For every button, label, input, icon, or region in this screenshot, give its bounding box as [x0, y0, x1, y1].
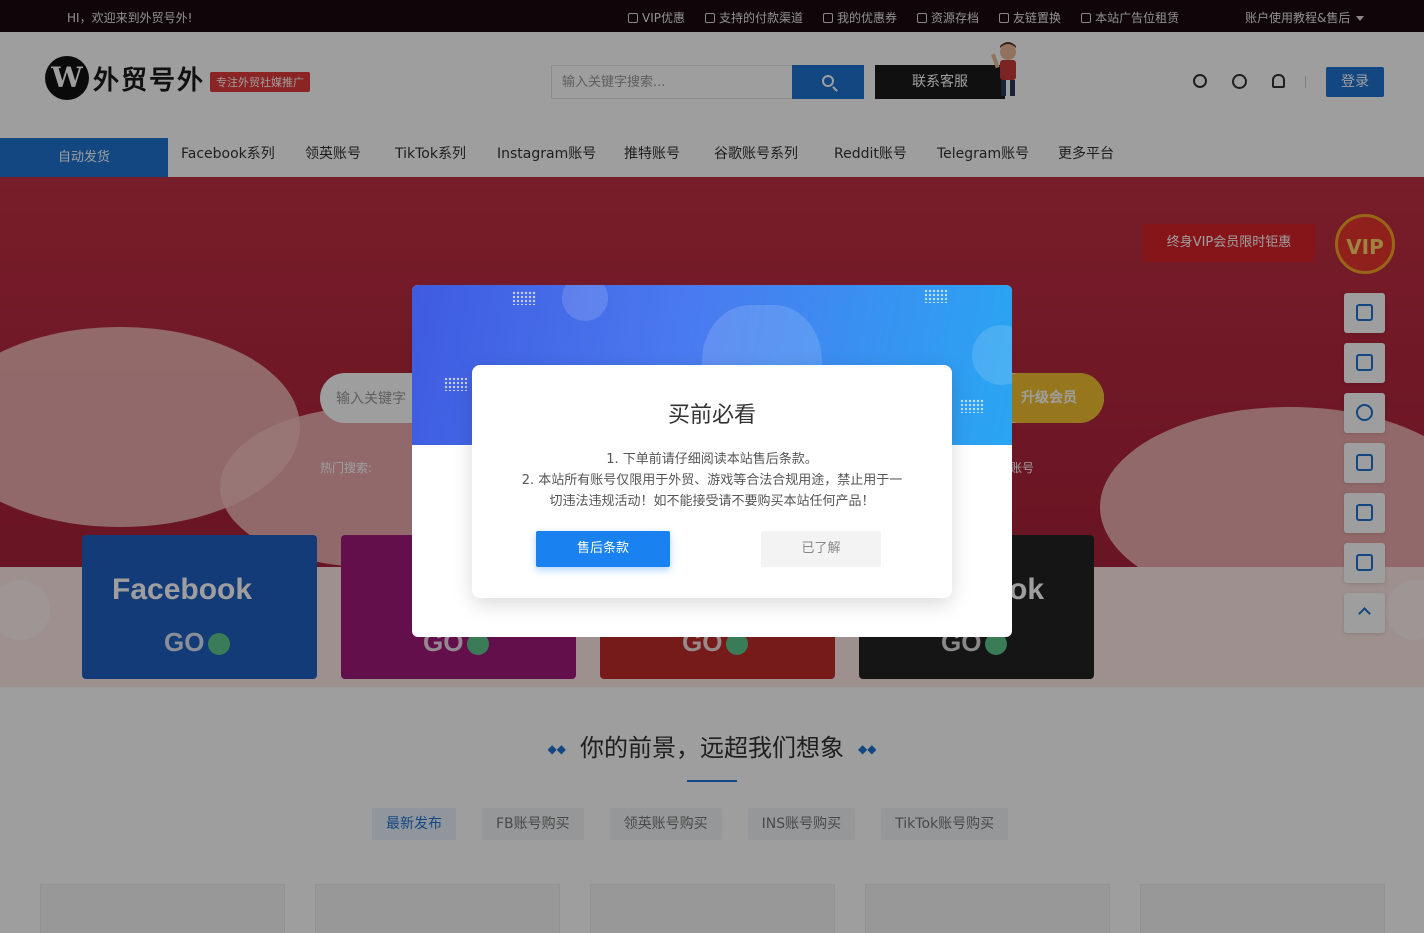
- modal-text-line: 1. 下单前请仔细阅读本站售后条款。: [606, 452, 818, 467]
- after-sales-terms-button[interactable]: 售后条款: [536, 531, 670, 567]
- dot-pattern: [960, 399, 984, 413]
- modal-title: 买前必看: [667, 403, 756, 428]
- dot-pattern: [444, 377, 468, 391]
- bubble-decoration: [972, 325, 1012, 385]
- dot-pattern: [924, 289, 948, 303]
- purchase-notice-modal: 买前必看 1. 下单前请仔细阅读本站售后条款。 2. 本站所有账号仅限用于外贸、…: [472, 365, 952, 598]
- dot-pattern: [512, 291, 536, 305]
- modal-text-line: 切违法违规活动！如不能接受请不要购买本站任何产品！: [549, 494, 875, 509]
- modal-text-line: 2. 本站所有账号仅限用于外贸、游戏等合法合规用途，禁止用于一: [521, 473, 903, 488]
- acknowledge-button[interactable]: 已了解: [761, 531, 881, 567]
- bubble-decoration: [562, 285, 608, 321]
